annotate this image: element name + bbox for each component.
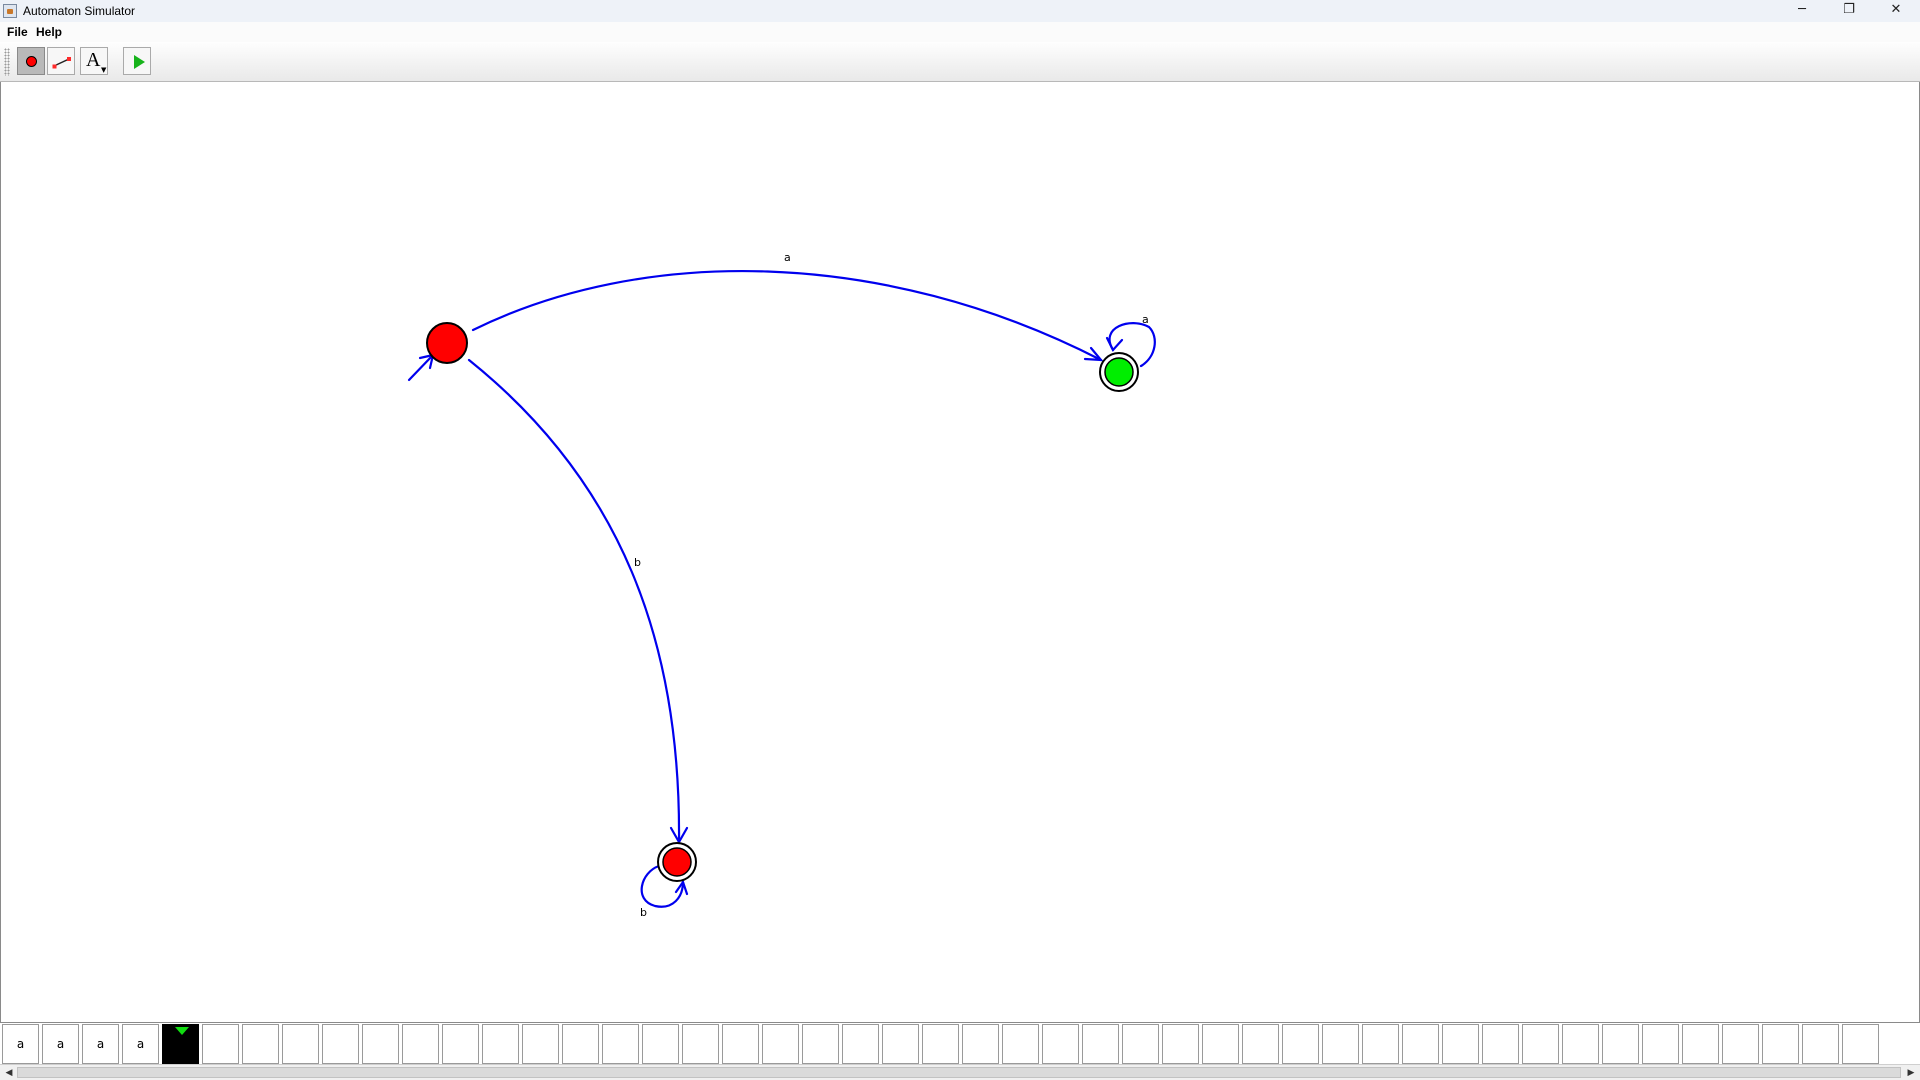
tape-cells: aaaa	[2, 1024, 1882, 1064]
tape-cell[interactable]	[682, 1024, 719, 1064]
tape-cell[interactable]	[242, 1024, 279, 1064]
state-start	[426, 322, 468, 364]
tape-cell[interactable]	[1002, 1024, 1039, 1064]
tape-cell[interactable]	[1282, 1024, 1319, 1064]
tape-cell[interactable]	[402, 1024, 439, 1064]
tape-cell[interactable]	[322, 1024, 359, 1064]
tape-cell[interactable]	[1122, 1024, 1159, 1064]
tape-cell[interactable]: a	[82, 1024, 119, 1064]
close-button[interactable]: ✕	[1873, 0, 1919, 22]
tape-cell[interactable]	[762, 1024, 799, 1064]
label-start-to-accept: a	[784, 251, 791, 264]
java-app-icon	[3, 4, 17, 18]
tape-cell[interactable]	[922, 1024, 959, 1064]
toolbar-grip[interactable]	[4, 48, 10, 76]
play-icon	[134, 55, 145, 69]
menu-file[interactable]: File	[7, 25, 28, 39]
restore-button[interactable]: ❐	[1826, 0, 1872, 22]
tape-cell[interactable]	[1762, 1024, 1799, 1064]
tape-cell[interactable]	[562, 1024, 599, 1064]
tape-cell[interactable]	[1842, 1024, 1879, 1064]
tape-cell[interactable]	[722, 1024, 759, 1064]
tape-cell[interactable]: a	[2, 1024, 39, 1064]
tape-cell[interactable]	[522, 1024, 559, 1064]
state-accept	[1104, 357, 1134, 387]
tape-cell[interactable]	[1602, 1024, 1639, 1064]
tape-cell[interactable]	[802, 1024, 839, 1064]
tape-cell[interactable]	[482, 1024, 519, 1064]
run-button[interactable]	[123, 47, 151, 75]
tape-cell[interactable]: a	[42, 1024, 79, 1064]
transition-start-to-sink	[467, 358, 681, 844]
tape-cell[interactable]	[1082, 1024, 1119, 1064]
title-bar: Automaton Simulator ─ ❐ ✕	[0, 0, 1920, 22]
red-circle-icon	[26, 56, 37, 67]
tape-cell[interactable]: a	[122, 1024, 159, 1064]
tape-cell[interactable]	[362, 1024, 399, 1064]
text-A-icon: A	[86, 49, 101, 71]
transition-line-icon	[52, 57, 71, 69]
tape-cell[interactable]	[1482, 1024, 1519, 1064]
input-tape[interactable]: aaaa	[0, 1022, 1920, 1064]
transition-tool-button[interactable]	[47, 47, 75, 75]
label-sink-loop: b	[640, 906, 647, 919]
tape-cell[interactable]	[1042, 1024, 1079, 1064]
tape-cell[interactable]	[1362, 1024, 1399, 1064]
tape-cell[interactable]	[1242, 1024, 1279, 1064]
tape-cell[interactable]	[1522, 1024, 1559, 1064]
tape-cell[interactable]	[882, 1024, 919, 1064]
minimize-button[interactable]: ─	[1779, 0, 1825, 22]
tape-cell[interactable]	[1682, 1024, 1719, 1064]
state-tool-button[interactable]	[17, 47, 45, 75]
scroll-right-arrow-icon[interactable]: ▶	[1904, 1066, 1918, 1080]
dropdown-arrow-icon: ▼	[101, 66, 107, 74]
tape-cell[interactable]	[202, 1024, 239, 1064]
tape-cell[interactable]	[1162, 1024, 1199, 1064]
tape-cell[interactable]	[1562, 1024, 1599, 1064]
tape-cell[interactable]	[1802, 1024, 1839, 1064]
tape-head-cell[interactable]	[162, 1024, 199, 1064]
menu-bar: File Help	[0, 22, 1920, 42]
tape-cell[interactable]	[1642, 1024, 1679, 1064]
tape-cell[interactable]	[442, 1024, 479, 1064]
tape-cell[interactable]	[1402, 1024, 1439, 1064]
state-sink	[662, 847, 692, 877]
automaton-canvas[interactable]: a a b b	[0, 82, 1920, 1022]
tape-cell[interactable]	[1442, 1024, 1479, 1064]
tape-cell[interactable]	[842, 1024, 879, 1064]
tape-cell[interactable]	[602, 1024, 639, 1064]
horizontal-scrollbar[interactable]: ◀ ▶	[0, 1064, 1920, 1080]
text-tool-button[interactable]: A ▼	[80, 47, 108, 75]
automaton-diagram[interactable]: a a b b	[1, 82, 1920, 1022]
tape-cell[interactable]	[1722, 1024, 1759, 1064]
tape-cell[interactable]	[1322, 1024, 1359, 1064]
transition-start-to-accept	[471, 269, 1103, 362]
tape-cell[interactable]	[282, 1024, 319, 1064]
tape-head-marker-icon	[175, 1027, 189, 1035]
toolbar: A ▼	[0, 42, 1920, 82]
menu-help[interactable]: Help	[36, 25, 62, 39]
tape-cell[interactable]	[1202, 1024, 1239, 1064]
scroll-left-arrow-icon[interactable]: ◀	[2, 1066, 16, 1080]
tape-cell[interactable]	[962, 1024, 999, 1064]
window-title: Automaton Simulator	[23, 4, 136, 18]
label-start-to-sink: b	[634, 556, 641, 569]
tape-cell[interactable]	[642, 1024, 679, 1064]
scroll-thumb[interactable]	[17, 1067, 1901, 1078]
label-accept-loop: a	[1142, 313, 1149, 326]
